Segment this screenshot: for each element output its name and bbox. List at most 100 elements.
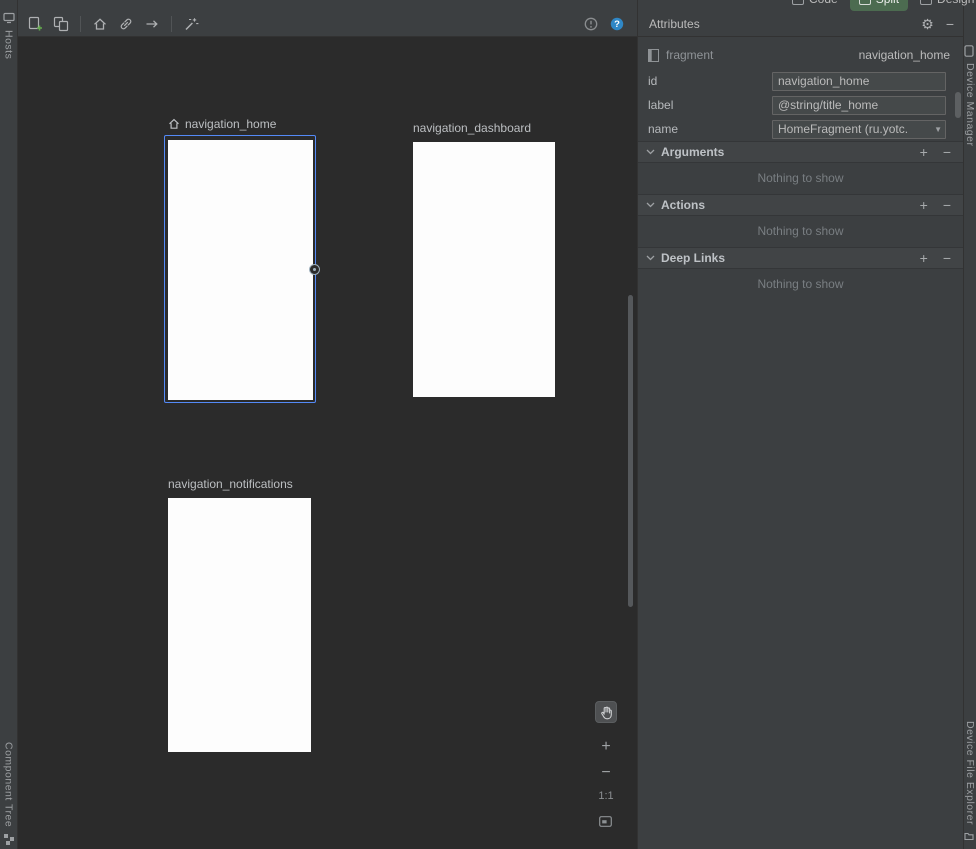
hand-icon — [599, 705, 614, 720]
fragment-preview-dashboard[interactable] — [413, 142, 555, 397]
field-row-id: id — [638, 69, 963, 93]
svg-text:?: ? — [614, 19, 620, 30]
attribute-fields: id label name HomeFragment (ru.yotc. ▼ — [638, 65, 963, 141]
left-strip-bottom: Component Tree — [3, 742, 15, 845]
hosts-icon[interactable] — [3, 12, 15, 24]
panel-scrollbar[interactable] — [955, 92, 961, 118]
actions-empty-text: Nothing to show — [638, 216, 963, 247]
toolbar-separator — [80, 16, 81, 32]
fit-screen-icon — [599, 816, 612, 827]
deep-links-empty-text: Nothing to show — [638, 269, 963, 300]
fragment-preview-home[interactable] — [168, 140, 313, 400]
assign-start-destination-button[interactable] — [88, 13, 112, 36]
tab-split[interactable]: Split — [850, 0, 908, 11]
actions-section-header[interactable]: Actions + − — [638, 194, 963, 216]
add-action-button[interactable]: + — [920, 198, 928, 212]
action-button[interactable] — [140, 13, 164, 36]
id-field-label: id — [648, 74, 772, 88]
chevron-down-icon — [646, 255, 655, 261]
gear-icon[interactable]: ⚙ — [921, 17, 934, 31]
nested-graph-icon — [53, 16, 69, 32]
actions-section: Actions + − Nothing to show — [638, 194, 963, 247]
pan-tool-button[interactable] — [595, 701, 617, 723]
tab-code[interactable]: Code — [783, 0, 847, 11]
tab-design[interactable]: Design — [911, 0, 976, 11]
fragment-label-dashboard[interactable]: navigation_dashboard — [413, 121, 531, 135]
deep-links-section: Deep Links + − Nothing to show — [638, 247, 963, 300]
right-strip-bottom: Device File Explorer — [964, 721, 976, 843]
fragment-preview-notifications[interactable] — [168, 498, 311, 752]
right-strip-top: Device Manager — [964, 45, 976, 146]
action-connection-handle[interactable] — [309, 264, 320, 275]
component-tree-icon[interactable] — [3, 833, 15, 845]
device-file-explorer-icon[interactable] — [964, 831, 976, 843]
attributes-title: Attributes — [649, 17, 700, 31]
tab-split-label: Split — [876, 0, 899, 6]
zoom-to-fit-button[interactable] — [599, 816, 612, 827]
hide-panel-icon[interactable]: − — [946, 17, 954, 31]
remove-action-button[interactable]: − — [943, 198, 951, 212]
id-input[interactable] — [772, 72, 946, 91]
element-type-row: fragment navigation_home — [638, 45, 963, 65]
fragment-name: navigation_dashboard — [413, 121, 531, 135]
tool-window-component-tree[interactable]: Component Tree — [3, 742, 15, 827]
fragment-name: navigation_notifications — [168, 477, 293, 491]
left-strip-top: Hosts — [3, 12, 15, 59]
add-deep-link-button[interactable]: + — [920, 251, 928, 265]
deep-link-button[interactable] — [114, 13, 138, 36]
chevron-down-icon — [646, 149, 655, 155]
fragment-icon — [648, 49, 659, 62]
add-argument-button[interactable]: + — [920, 145, 928, 159]
arrow-right-icon — [144, 16, 160, 32]
nested-graph-button[interactable] — [49, 13, 73, 36]
remove-argument-button[interactable]: − — [943, 145, 951, 159]
name-combobox[interactable]: HomeFragment (ru.yotc. ▼ — [772, 120, 946, 139]
left-tool-strip: Hosts Component Tree — [0, 0, 18, 849]
nav-editor-toolbar: ? — [18, 0, 637, 37]
toolbar-separator — [171, 16, 172, 32]
label-field-label: label — [648, 98, 772, 112]
remove-deep-link-button[interactable]: − — [943, 251, 951, 265]
code-icon — [792, 0, 804, 5]
element-type: fragment — [666, 48, 713, 62]
section-title: Deep Links — [661, 251, 725, 265]
field-row-label: label — [638, 93, 963, 117]
help-button[interactable]: ? — [605, 13, 629, 36]
issue-circle-icon — [583, 16, 599, 32]
fragment-label-home[interactable]: navigation_home — [168, 117, 276, 131]
chevron-down-icon — [646, 202, 655, 208]
issues-button[interactable] — [579, 13, 603, 36]
new-destination-icon — [27, 16, 43, 32]
magic-wand-icon — [183, 16, 199, 32]
deep-links-section-header[interactable]: Deep Links + − — [638, 247, 963, 269]
arguments-section: Arguments + − Nothing to show — [638, 141, 963, 194]
arguments-section-header[interactable]: Arguments + − — [638, 141, 963, 163]
zoom-out-button[interactable]: − — [595, 765, 617, 781]
android-studio-navigation-editor: Hosts Component Tree — [0, 0, 976, 849]
tab-code-label: Code — [809, 0, 838, 6]
zoom-level-label: 1:1 — [595, 790, 617, 802]
section-title: Arguments — [661, 145, 724, 159]
dropdown-arrow-icon: ▼ — [934, 125, 942, 134]
tool-window-hosts[interactable]: Hosts — [3, 30, 15, 59]
fragment-label-notifications[interactable]: navigation_notifications — [168, 477, 293, 491]
fragment-name: navigation_home — [185, 117, 276, 131]
auto-arrange-button[interactable] — [179, 13, 203, 36]
design-canvas[interactable]: navigation_home navigation_dashboard nav… — [18, 37, 637, 849]
canvas-vertical-scrollbar[interactable] — [628, 295, 633, 607]
section-title: Actions — [661, 198, 705, 212]
split-icon — [859, 0, 871, 5]
start-destination-home-icon — [168, 118, 180, 130]
link-icon — [118, 16, 134, 32]
zoom-in-button[interactable]: + — [595, 739, 617, 755]
tool-window-device-file-explorer[interactable]: Device File Explorer — [964, 721, 976, 825]
tool-window-device-manager[interactable]: Device Manager — [964, 63, 976, 146]
element-id-value: navigation_home — [859, 48, 950, 62]
design-icon — [920, 0, 932, 5]
tab-design-label: Design — [937, 0, 974, 6]
device-manager-icon[interactable] — [964, 45, 976, 57]
new-destination-button[interactable] — [23, 13, 47, 36]
label-input[interactable] — [772, 96, 946, 115]
field-row-name: name HomeFragment (ru.yotc. ▼ — [638, 117, 963, 141]
home-icon — [92, 16, 108, 32]
